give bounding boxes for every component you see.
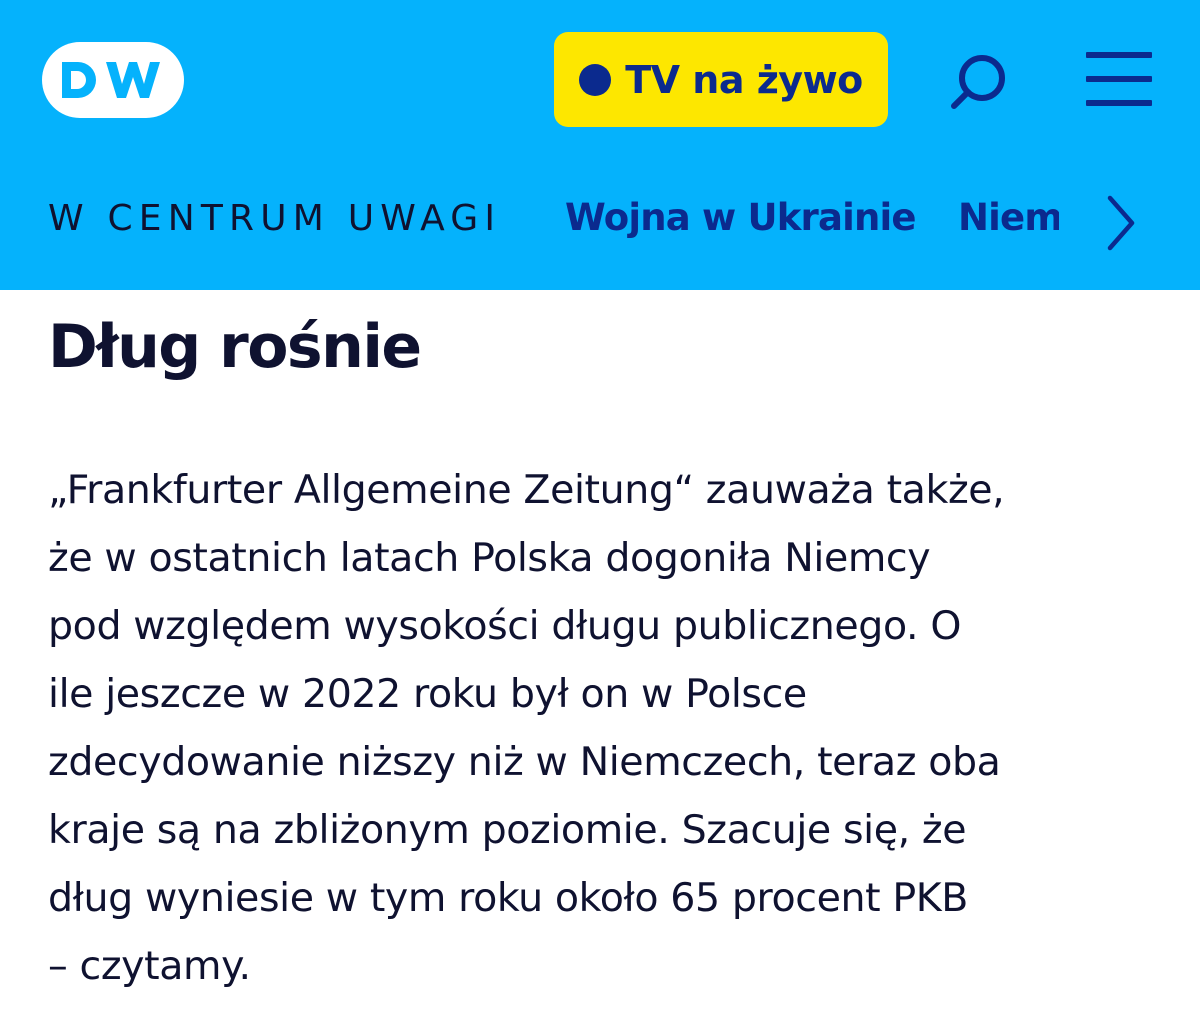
paragraph-line: – czytamy. [48,943,251,989]
menu-button[interactable] [1086,52,1154,108]
search-button[interactable] [946,50,1010,114]
paragraph-line: ile jeszcze w 2022 roku był on w Polsce [48,671,807,717]
topic-nav: Wojna w Ukrainie Niemcy [565,190,1059,250]
tv-live-button[interactable]: TV na żywo [554,32,888,127]
hamburger-menu-icon [1086,76,1152,82]
site-header: TV na żywo W CENTRUM UWAGI Wojna w Ukrai… [0,0,1200,290]
live-dot-icon [579,63,612,96]
paragraph-line: dług wyniesie w tym roku około 65 procen… [48,875,969,921]
tv-live-label: TV na żywo [625,57,863,102]
article-paragraph: „Frankfurter Allgemeine Zeitung“ zauważa… [48,456,1158,1000]
paragraph-line: że w ostatnich latach Polska dogoniła Ni… [48,535,931,581]
search-icon [951,55,1005,109]
dw-logo-icon [42,42,184,118]
hamburger-menu-icon [1086,100,1152,106]
nav-next-button[interactable] [1098,192,1144,254]
chevron-right-icon [1107,195,1135,251]
paragraph-line: zdecydowanie niższy niż w Niemczech, ter… [48,739,1001,785]
nav-link-niemcy[interactable]: Niemcy [958,196,1059,239]
hamburger-menu-icon [1086,52,1152,58]
section-title: Dług rośnie [48,312,422,382]
dw-logo[interactable] [40,40,186,120]
spotlight-label: W CENTRUM UWAGI [48,198,502,239]
paragraph-line: pod względem wysokości długu publicznego… [48,603,962,649]
paragraph-line: „Frankfurter Allgemeine Zeitung“ zauważa… [48,467,1005,513]
nav-link-wojna-w-ukrainie[interactable]: Wojna w Ukrainie [565,196,917,239]
paragraph-line: kraje są na zbliżonym poziomie. Szacuje … [48,807,967,853]
